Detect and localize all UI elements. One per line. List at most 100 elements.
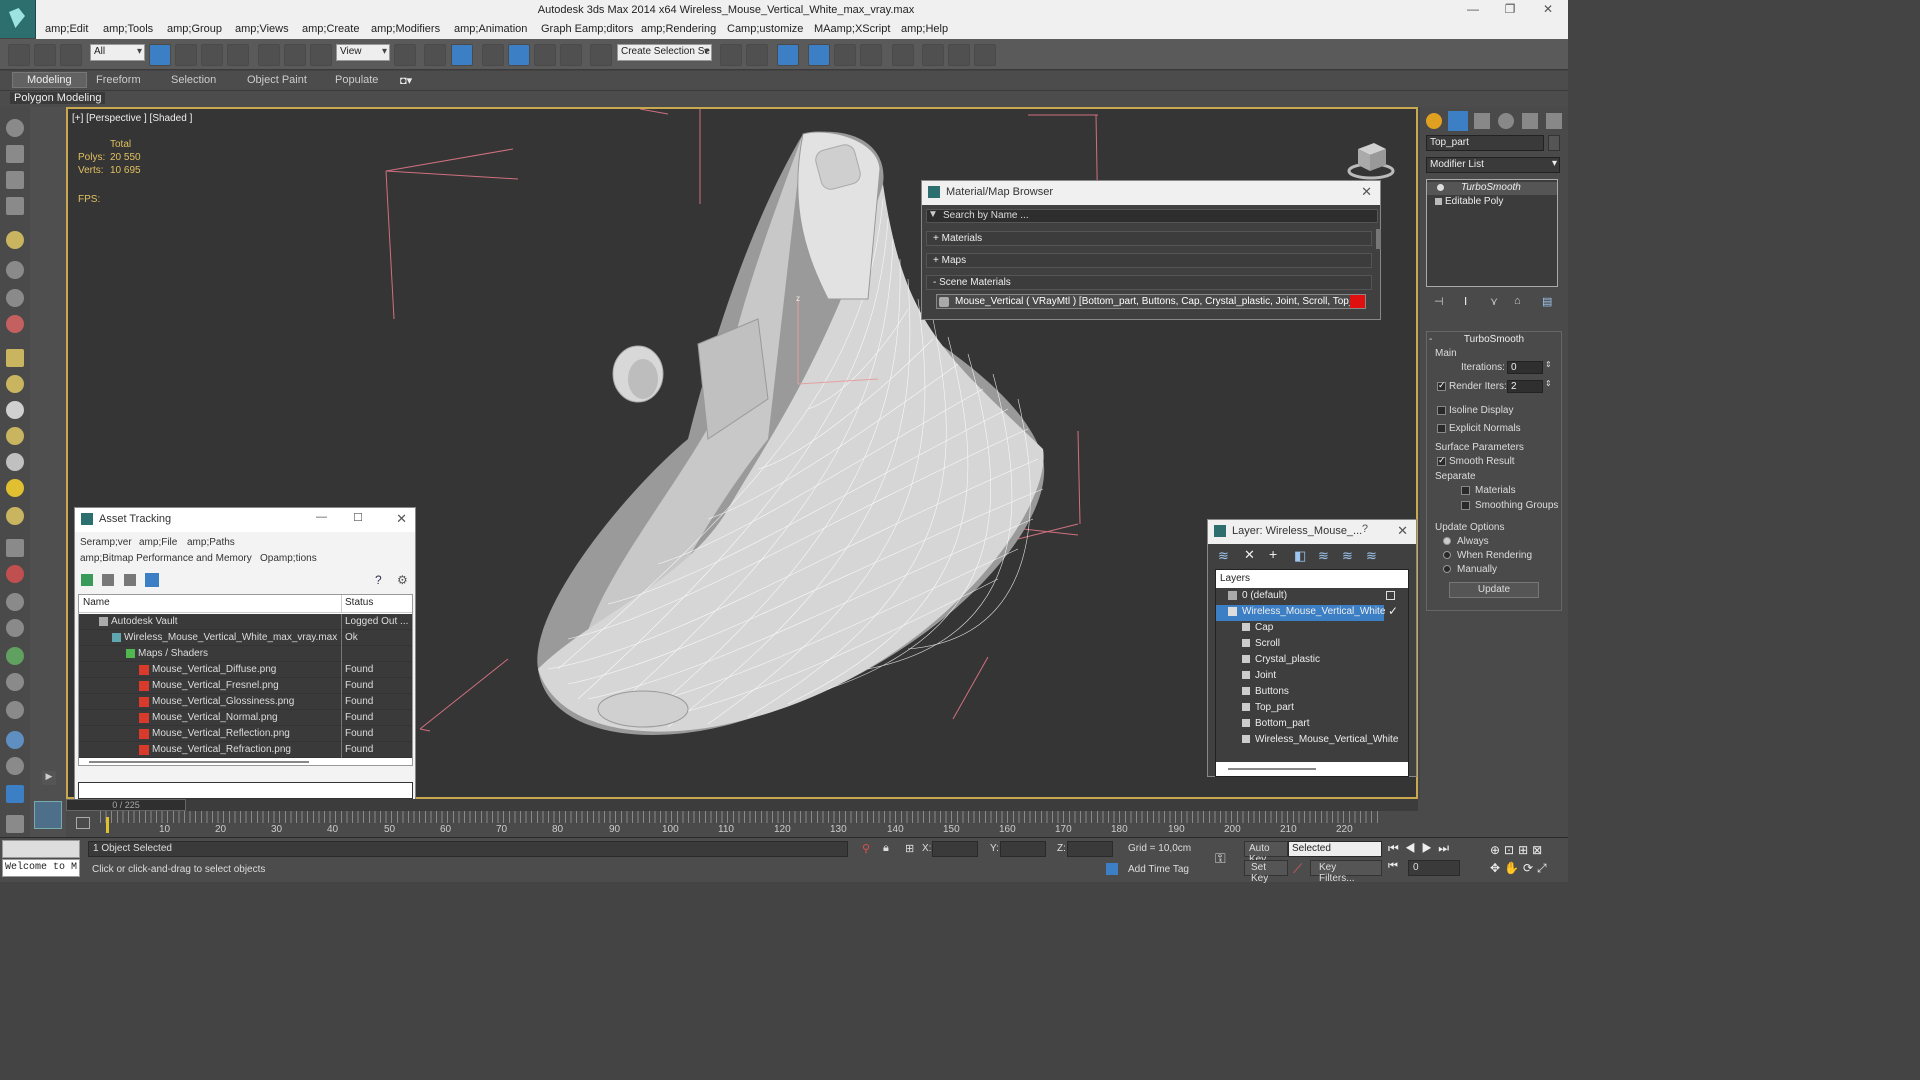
plant-icon[interactable]	[6, 647, 24, 665]
asset-h-scrollbar[interactable]	[79, 758, 412, 765]
viewport-label[interactable]: [+] [Perspective ] [Shaded ]	[72, 113, 192, 124]
separate-smoothing-checkbox[interactable]	[1461, 501, 1470, 510]
named-selection-dropdown[interactable]: Create Selection Se	[617, 44, 712, 61]
asset-menu-options[interactable]: Opamp;tions	[260, 553, 317, 564]
unlink-icon[interactable]	[34, 44, 56, 66]
table-row[interactable]: Mouse_Vertical_Refraction.png Found	[79, 742, 412, 758]
rollout-title[interactable]: TurboSmooth	[1427, 334, 1561, 348]
pivot-center-icon[interactable]	[394, 44, 416, 66]
manipulate-icon[interactable]	[424, 44, 446, 66]
modifier-icon[interactable]	[6, 593, 24, 611]
stack-item-turbosmooth[interactable]: TurboSmooth	[1427, 182, 1557, 195]
close-button[interactable]: ✕	[1533, 2, 1563, 18]
asset-menu-paths[interactable]: amp;Paths	[187, 537, 235, 548]
percent-snap-icon[interactable]	[534, 44, 556, 66]
asset-close-icon[interactable]: ✕	[396, 511, 407, 527]
layer-object-cap[interactable]: Cap	[1216, 621, 1406, 637]
menu-tools[interactable]: amp;Tools	[103, 23, 153, 35]
globe-icon[interactable]	[6, 731, 24, 749]
grid-icon[interactable]	[6, 197, 24, 215]
z-coordinate-field[interactable]	[1067, 841, 1113, 857]
snap-3-icon[interactable]	[482, 44, 504, 66]
table-row[interactable]: Maps / Shaders	[79, 646, 412, 662]
update-always-radio[interactable]	[1443, 537, 1451, 545]
list-icon[interactable]	[6, 171, 24, 189]
teapot-icon[interactable]	[6, 119, 24, 137]
highlight-layer-icon[interactable]: ≋	[1318, 548, 1329, 564]
update-rendering-radio[interactable]	[1443, 551, 1451, 559]
time-tag-icon[interactable]	[1106, 863, 1118, 875]
mat-search-input[interactable]: Search by Name ...	[926, 209, 1378, 223]
minimize-button[interactable]: —	[1458, 2, 1488, 18]
set-key-mode-icon[interactable]: ⟋	[1293, 861, 1302, 877]
key-mode-dropdown[interactable]: Selected	[1288, 841, 1382, 857]
bulb-icon[interactable]	[1437, 184, 1444, 191]
camera-icon[interactable]	[6, 261, 24, 279]
tab-populate[interactable]: Populate	[335, 74, 378, 86]
edit-named-selection-icon[interactable]	[590, 44, 612, 66]
window-crossing-icon[interactable]	[227, 44, 249, 66]
menu-group[interactable]: amp;Group	[167, 23, 222, 35]
schematic-view-icon[interactable]	[860, 44, 882, 66]
select-object-icon[interactable]	[149, 44, 171, 66]
sphere2-icon[interactable]	[6, 507, 24, 525]
maxscript-listener[interactable]: Welcome to M	[2, 859, 80, 877]
layer-object-scroll[interactable]: Scroll	[1216, 637, 1406, 653]
isoline-checkbox[interactable]	[1437, 406, 1446, 415]
playback-controls[interactable]: ⏮◀▶⏭	[1388, 841, 1468, 857]
object-color-swatch[interactable]	[1548, 135, 1560, 151]
viewport-navigation-controls[interactable]: ⊕⊡⊞⊠ ✥✋⟳⤢	[1490, 841, 1566, 877]
absolute-mode-icon[interactable]: ⊞	[905, 842, 914, 855]
layer-help-icon[interactable]: ?	[1362, 523, 1368, 535]
tab-selection[interactable]: Selection	[171, 74, 216, 86]
layer-close-icon[interactable]: ✕	[1397, 523, 1408, 539]
select-layer-icon[interactable]: ◧	[1294, 548, 1306, 564]
motion-tab-icon[interactable]	[1498, 113, 1514, 129]
current-frame-field[interactable]: 0	[1408, 860, 1460, 876]
mat-scrollbar[interactable]	[1376, 229, 1381, 249]
asset-path-field[interactable]	[78, 782, 413, 799]
asset-menu-bitmap[interactable]: amp;Bitmap Performance and Memory	[80, 553, 252, 564]
viewcube-icon[interactable]	[1346, 137, 1396, 181]
table-row[interactable]: Wireless_Mouse_Vertical_White_max_vray.m…	[79, 630, 412, 646]
trash-icon[interactable]	[6, 815, 24, 833]
light-icon[interactable]	[6, 231, 24, 249]
time-slider-thumb[interactable]: 0 / 225	[66, 799, 186, 811]
box-icon[interactable]	[6, 349, 24, 367]
section-maps[interactable]: + Maps	[926, 253, 1372, 268]
reference-coord-dropdown[interactable]: View	[336, 44, 390, 61]
layer-h-scrollbar[interactable]	[1216, 762, 1408, 776]
tab-object-paint[interactable]: Object Paint	[247, 74, 307, 86]
menu-create[interactable]: amp;Create	[302, 23, 359, 35]
align-icon[interactable]	[746, 44, 768, 66]
show-end-result-icon[interactable]: Ⅰ	[1464, 295, 1467, 308]
ribbon-toggle-icon[interactable]	[808, 44, 830, 66]
menu-views[interactable]: amp;Views	[235, 23, 289, 35]
render-icon[interactable]	[6, 145, 24, 163]
tree-view-icon[interactable]	[124, 574, 136, 586]
hierarchy-tab-icon[interactable]	[1474, 113, 1490, 129]
update-button[interactable]: Update	[1449, 582, 1539, 598]
create-tab-icon[interactable]	[1426, 113, 1442, 129]
object-name-field[interactable]: Top_part	[1426, 135, 1544, 151]
layer-item-default[interactable]: 0 (default)	[1216, 589, 1406, 605]
polygon-modeling-label[interactable]: Polygon Modeling	[10, 92, 106, 104]
section-scene-materials[interactable]: - Scene Materials	[926, 275, 1372, 290]
y-coordinate-field[interactable]	[1000, 841, 1046, 857]
link-icon[interactable]	[8, 44, 30, 66]
modify-tab-icon[interactable]	[1448, 111, 1468, 131]
hair-icon[interactable]	[6, 673, 24, 691]
scene-material-item[interactable]: Mouse_Vertical ( VRayMtl ) [Bottom_part,…	[936, 294, 1366, 309]
layer-object-joint[interactable]: Joint	[1216, 669, 1406, 685]
auto-key-button[interactable]: Auto Key	[1244, 841, 1288, 865]
particle-icon[interactable]	[6, 315, 24, 333]
separate-materials-checkbox[interactable]	[1461, 486, 1470, 495]
stack-item-editable-poly[interactable]: Editable Poly	[1427, 196, 1557, 209]
menu-animation[interactable]: amp;Animation	[454, 23, 527, 35]
col-status[interactable]: Status	[345, 597, 373, 608]
render-setup-icon[interactable]	[922, 44, 944, 66]
mat-browser-close-icon[interactable]: ✕	[1361, 184, 1372, 200]
selection-filter-dropdown[interactable]: All	[90, 44, 145, 61]
menu-edit[interactable]: amp;Edit	[45, 23, 88, 35]
curve-editor-icon[interactable]	[834, 44, 856, 66]
